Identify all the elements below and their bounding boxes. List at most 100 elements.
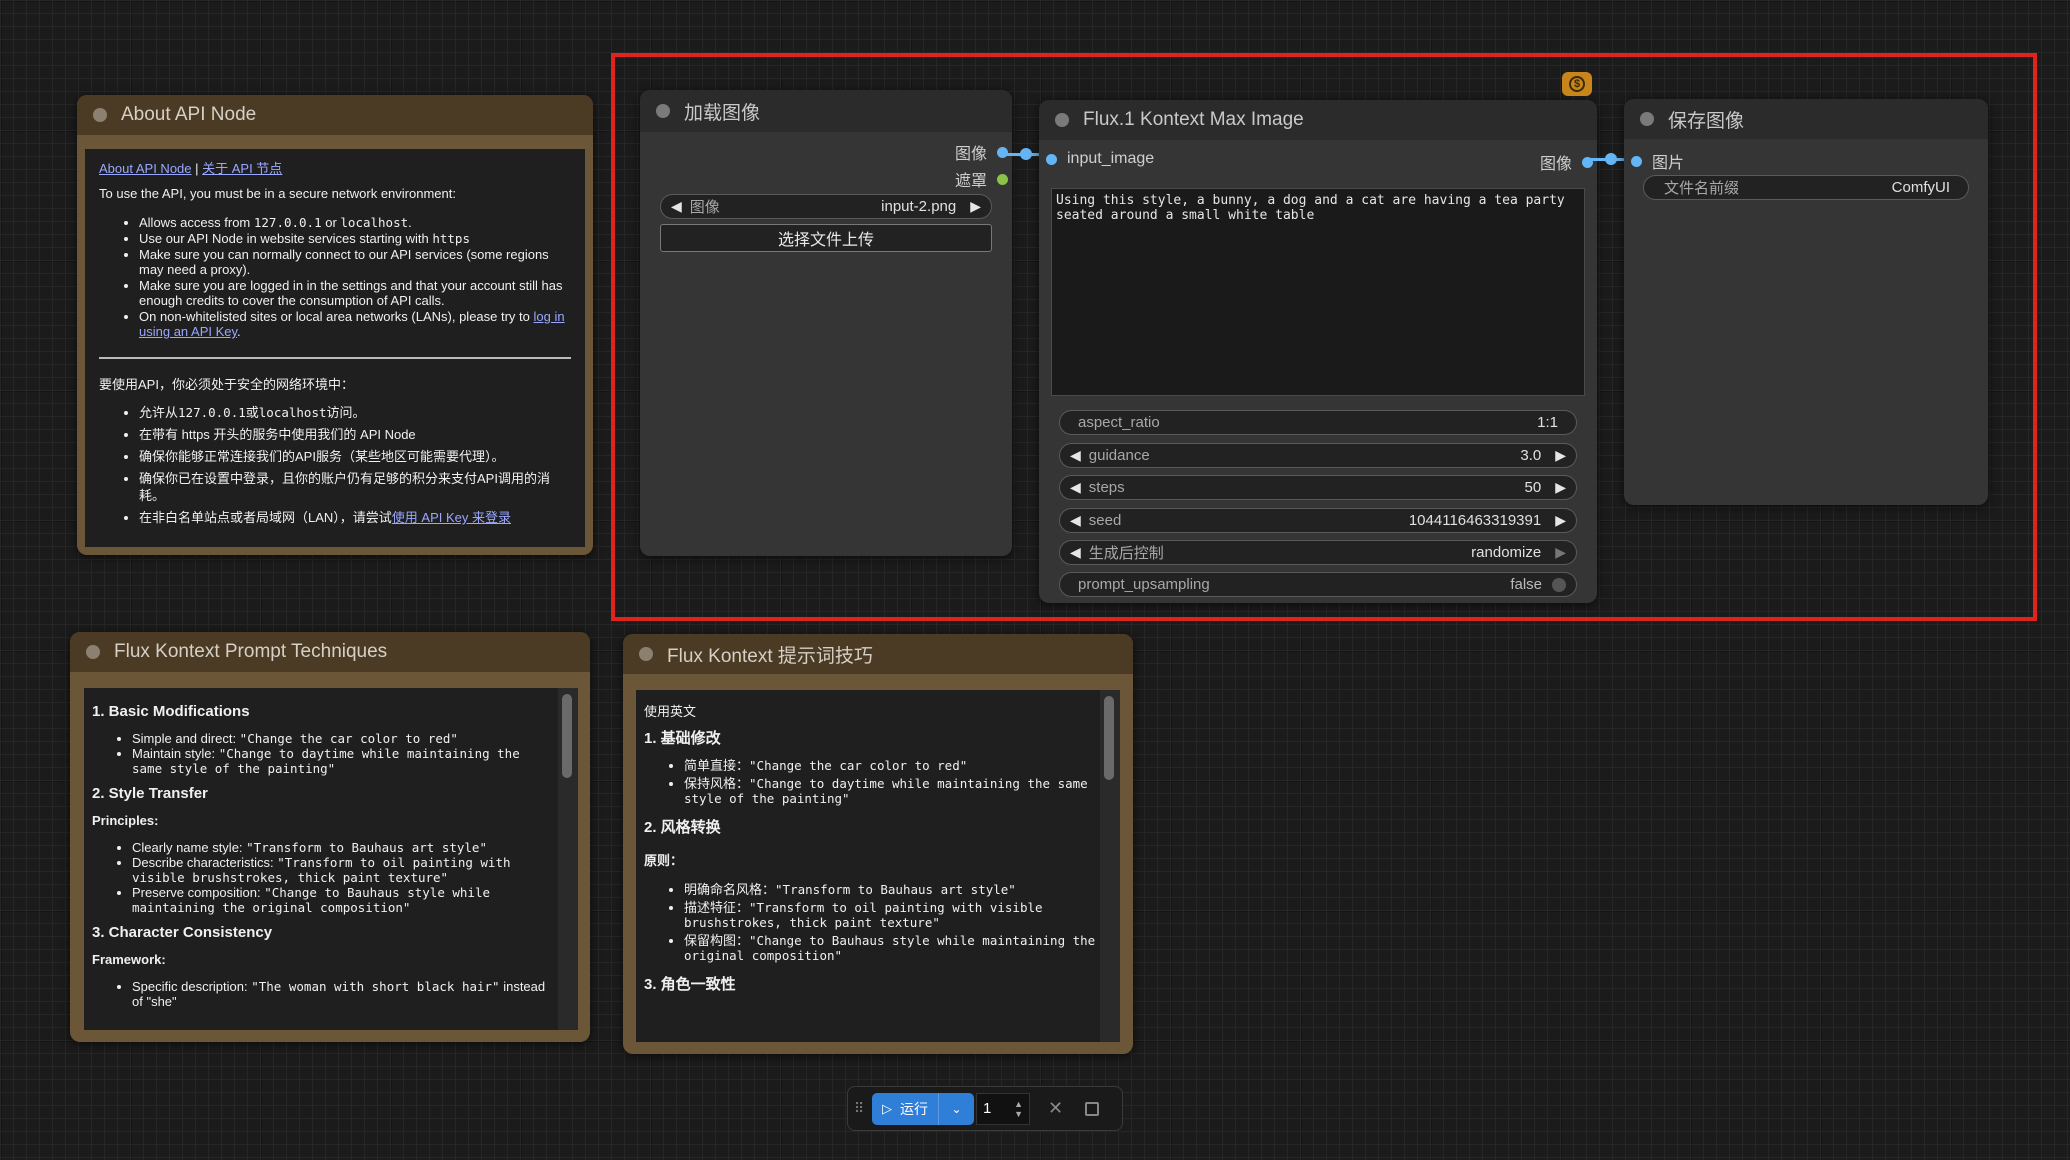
widget-value: 50: [1524, 479, 1542, 496]
filename-prefix-widget[interactable]: 文件名前缀 ComfyUI: [1643, 175, 1969, 200]
decrement-icon[interactable]: ▼: [1014, 1109, 1023, 1119]
widget-label: seed: [1088, 511, 1122, 529]
widget-value: 3.0: [1520, 446, 1542, 464]
prompt-textarea[interactable]: Using this style, a bunny, a dog and a c…: [1051, 188, 1585, 396]
slot-label: 图像: [1539, 156, 1572, 173]
flux-widget-[interactable]: ◀ 生成后控制 randomize ▶: [1059, 540, 1577, 565]
chevron-down-icon[interactable]: ⌄: [938, 1092, 974, 1125]
tips-list: 简单直接："Change the car color to red" 保持风格：…: [684, 758, 1096, 806]
slot-label: 遮罩: [954, 173, 987, 190]
arrow-left-icon[interactable]: ◀: [1070, 447, 1081, 464]
list-item: 简单直接："Change the car color to red": [684, 758, 1096, 773]
arrow-right-icon[interactable]: ▶: [970, 198, 981, 215]
output-slot-mask[interactable]: 遮罩: [955, 167, 1008, 191]
save-image-node[interactable]: 保存图像 图片 文件名前缀 ComfyUI: [1624, 99, 1988, 505]
list-item: Simple and direct: "Change the car color…: [132, 731, 554, 746]
about-api-cn-link[interactable]: 关于 API 节点: [202, 161, 282, 176]
play-icon: ▷: [882, 1100, 892, 1116]
tips-list: 明确命名风格："Transform to Bauhaus art style" …: [684, 882, 1096, 963]
list-item: 描述特征："Transform to oil painting with vis…: [684, 900, 1096, 930]
prompt-techniques-cn-node[interactable]: Flux Kontext 提示词技巧 使用英文 1. 基础修改 简单直接："Ch…: [623, 634, 1133, 1054]
image-combo-widget[interactable]: ◀ 图像 input-2.png ▶: [660, 194, 992, 219]
about-api-link[interactable]: About API Node: [99, 161, 192, 176]
flux-widget-aspect-ratio[interactable]: aspect_ratio 1:1: [1059, 410, 1577, 435]
note-content[interactable]: About API Node | 关于 API 节点 To use the AP…: [85, 149, 585, 547]
divider: [99, 357, 571, 359]
collapse-dot-icon[interactable]: [1055, 113, 1069, 127]
node-title-bar[interactable]: Flux Kontext 提示词技巧: [623, 634, 1133, 674]
list-item: Use our API Node in website services sta…: [139, 231, 571, 246]
prompt-techniques-node[interactable]: Flux Kontext Prompt Techniques 1. Basic …: [70, 632, 590, 1042]
drag-handle-icon[interactable]: ⠿: [854, 1100, 868, 1117]
scrollbar-thumb[interactable]: [562, 694, 572, 778]
input-dot-icon[interactable]: [1046, 153, 1057, 165]
toggle-knob-icon[interactable]: [1552, 577, 1566, 592]
note-content[interactable]: 1. Basic Modifications Simple and direct…: [84, 688, 578, 1030]
flux-widget-guidance[interactable]: ◀ guidance 3.0 ▶: [1059, 442, 1577, 468]
arrow-right-icon[interactable]: ▶: [1555, 479, 1566, 496]
list-item: 保留构图："Change to Bauhaus style while main…: [684, 933, 1096, 963]
dollar-icon[interactable]: $: [1562, 72, 1592, 96]
sub-heading: 原则：: [644, 853, 684, 868]
section-heading: 1. 基础修改: [644, 730, 721, 747]
scrollbar-track[interactable]: [558, 688, 578, 1030]
node-title-bar[interactable]: 加载图像: [640, 90, 1012, 132]
section-heading: 1. Basic Modifications: [92, 703, 250, 720]
input-dot-icon[interactable]: [1631, 155, 1642, 167]
arrow-left-icon[interactable]: ◀: [1070, 544, 1081, 561]
section-heading: 3. Character Consistency: [92, 924, 273, 941]
scrollbar-track[interactable]: [1100, 690, 1120, 1042]
increment-icon[interactable]: ▲: [1014, 1099, 1023, 1109]
flux-kontext-node[interactable]: Flux.1 Kontext Max Image input_image 图像 …: [1039, 100, 1597, 603]
widget-value: randomize: [1471, 544, 1542, 561]
collapse-dot-icon[interactable]: [93, 108, 107, 122]
link-midpoint-icon[interactable]: [1020, 148, 1032, 160]
slot-label: input_image: [1067, 150, 1155, 167]
input-slot-images[interactable]: 图片: [1631, 149, 1684, 173]
close-icon[interactable]: ✕: [1048, 1098, 1063, 1119]
run-button[interactable]: ▷ 运行: [872, 1092, 938, 1125]
cn-api-key-login-link[interactable]: 使用 API Key 来登录: [392, 510, 511, 525]
output-slot-image[interactable]: 图像: [955, 140, 1008, 164]
square-icon[interactable]: [1085, 1101, 1100, 1116]
load-image-node[interactable]: 加载图像 图像 遮罩 ◀ 图像 input-2.png ▶ 选择文件上传: [640, 90, 1012, 556]
output-dot-icon[interactable]: [997, 173, 1008, 185]
scrollbar-thumb[interactable]: [1104, 696, 1114, 780]
link-midpoint-icon[interactable]: [1605, 153, 1617, 165]
arrow-right-icon[interactable]: ▶: [1555, 512, 1566, 529]
collapse-dot-icon[interactable]: [656, 104, 670, 118]
widget-label: 生成后控制: [1088, 545, 1164, 562]
upload-button[interactable]: 选择文件上传: [660, 224, 992, 252]
node-title-bar[interactable]: 保存图像: [1624, 99, 1988, 139]
batch-count-input[interactable]: 1 ▲ ▼: [976, 1092, 1030, 1125]
node-title-bar[interactable]: Flux Kontext Prompt Techniques: [70, 632, 590, 672]
input-slot-image[interactable]: input_image: [1046, 150, 1154, 168]
node-title-bar[interactable]: About API Node: [77, 95, 593, 135]
flux-widget-seed[interactable]: ◀ seed 1044116463319391 ▶: [1059, 507, 1577, 533]
flux-widget-steps[interactable]: ◀ steps 50 ▶: [1059, 475, 1577, 500]
sub-heading: Framework:: [92, 952, 166, 967]
prompt-upsampling-toggle[interactable]: prompt_upsampling false: [1059, 572, 1577, 597]
node-title-bar[interactable]: Flux.1 Kontext Max Image: [1039, 100, 1597, 140]
arrow-left-icon[interactable]: ◀: [671, 198, 682, 215]
arrow-right-icon[interactable]: ▶: [1555, 544, 1566, 561]
section-heading: 3. 角色一致性: [644, 976, 736, 993]
collapse-dot-icon[interactable]: [639, 647, 653, 661]
node-title: About API Node: [121, 104, 257, 125]
arrow-left-icon[interactable]: ◀: [1070, 479, 1081, 496]
list-item: On non-whitelisted sites or local area n…: [139, 309, 571, 339]
collapse-dot-icon[interactable]: [86, 645, 100, 659]
output-slot-image[interactable]: 图像: [1540, 150, 1593, 174]
about-api-node[interactable]: About API Node About API Node | 关于 API 节…: [77, 95, 593, 555]
requirements-list: Allows access from 127.0.0.1 or localhos…: [139, 215, 571, 339]
tips-list: Specific description: "The woman with sh…: [132, 979, 554, 1009]
section-heading: 2. Style Transfer: [92, 785, 208, 802]
list-item: Make sure you are logged in in the setti…: [139, 278, 571, 308]
list-item: 在带有 https 开头的服务中使用我们的 API Node: [139, 426, 571, 443]
collapse-dot-icon[interactable]: [1640, 112, 1654, 126]
arrow-right-icon[interactable]: ▶: [1555, 447, 1566, 464]
list-item: 明确命名风格："Transform to Bauhaus art style": [684, 882, 1096, 897]
widget-value: 1:1: [1537, 414, 1558, 431]
arrow-left-icon[interactable]: ◀: [1070, 512, 1081, 529]
note-content[interactable]: 使用英文 1. 基础修改 简单直接："Change the car color …: [636, 690, 1120, 1042]
